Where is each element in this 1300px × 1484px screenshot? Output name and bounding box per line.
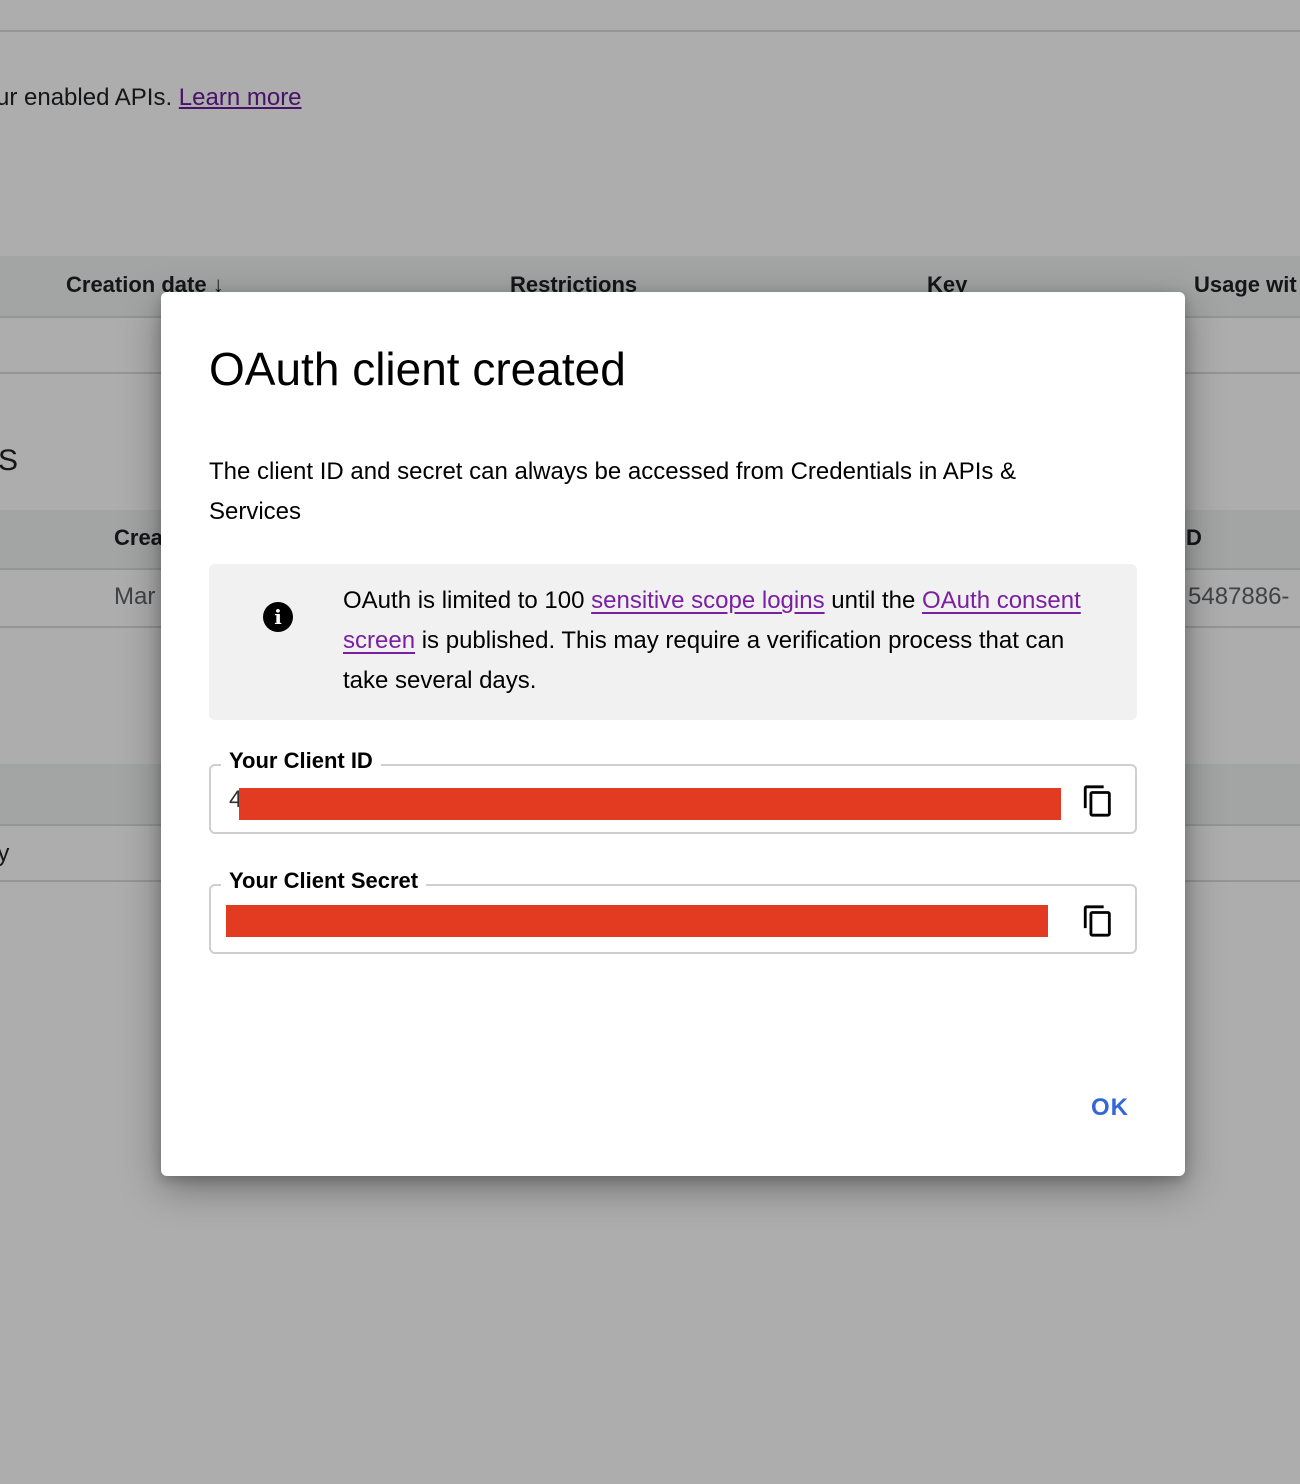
client-id-label: Your Client ID [221,748,381,774]
sensitive-scope-logins-link[interactable]: sensitive scope logins [591,587,824,614]
notice-text: OAuth is limited to 100 sensitive scope … [343,587,1081,694]
copy-icon [1083,905,1111,937]
copy-client-secret-button[interactable] [1081,904,1115,938]
copy-client-id-button[interactable] [1081,784,1115,818]
dialog-description: The client ID and secret can always be a… [209,458,1017,525]
redaction-bar [239,788,1061,820]
oauth-limit-notice: i OAuth is limited to 100 sensitive scop… [209,564,1137,720]
client-secret-field[interactable]: Your Client Secret [209,868,1137,954]
copy-icon [1083,785,1111,817]
oauth-client-created-dialog: OAuth client created The client ID and s… [161,292,1185,1176]
dialog-title: OAuth client created [209,343,626,395]
client-secret-label: Your Client Secret [221,868,427,894]
ok-button[interactable]: OK [1083,1088,1137,1128]
client-id-field[interactable]: Your Client ID 4 [209,748,1137,834]
redaction-bar [226,905,1048,937]
info-icon: i [263,602,293,632]
